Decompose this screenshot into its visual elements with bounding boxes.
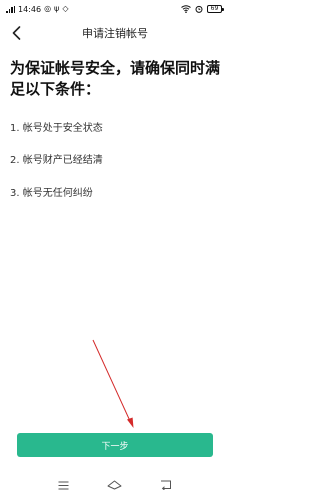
status-time: 14:46	[18, 4, 42, 14]
next-step-label: 下一步	[101, 441, 129, 452]
menu-button[interactable]	[54, 475, 74, 495]
notification-icon: ◎	[44, 4, 52, 13]
return-button[interactable]	[156, 475, 176, 495]
signal-icon	[6, 5, 15, 13]
home-icon	[107, 480, 122, 490]
status-left: 14:46 ◎ ψ ◇	[6, 5, 68, 14]
back-button[interactable]	[7, 24, 25, 42]
usb-icon: ψ	[54, 4, 60, 13]
app-notification-icon: ◇	[62, 4, 69, 13]
home-button[interactable]	[105, 475, 125, 495]
condition-item-3: 3. 帐号无任何纠纷	[10, 188, 93, 199]
system-navigation-bar	[0, 472, 230, 498]
battery-icon: 69	[207, 5, 224, 13]
status-right: 69	[181, 5, 224, 13]
return-icon	[161, 480, 172, 490]
alarm-icon	[195, 5, 203, 13]
next-step-button[interactable]: 下一步	[17, 433, 213, 457]
navigation-bar: 申请注销帐号	[0, 22, 230, 44]
wifi-icon	[181, 5, 191, 13]
menu-icon	[58, 481, 69, 489]
chevron-left-icon	[12, 26, 20, 40]
condition-item-1: 1. 帐号处于安全状态	[10, 123, 103, 134]
status-bar: 14:46 ◎ ψ ◇ 69	[0, 0, 230, 18]
condition-item-2: 2. 帐号财产已经结清	[10, 155, 103, 166]
page-title: 申请注销帐号	[82, 27, 148, 40]
battery-level: 69	[210, 5, 219, 12]
conditions-headline: 为保证帐号安全，请确保同时满足以下条件：	[10, 59, 221, 98]
